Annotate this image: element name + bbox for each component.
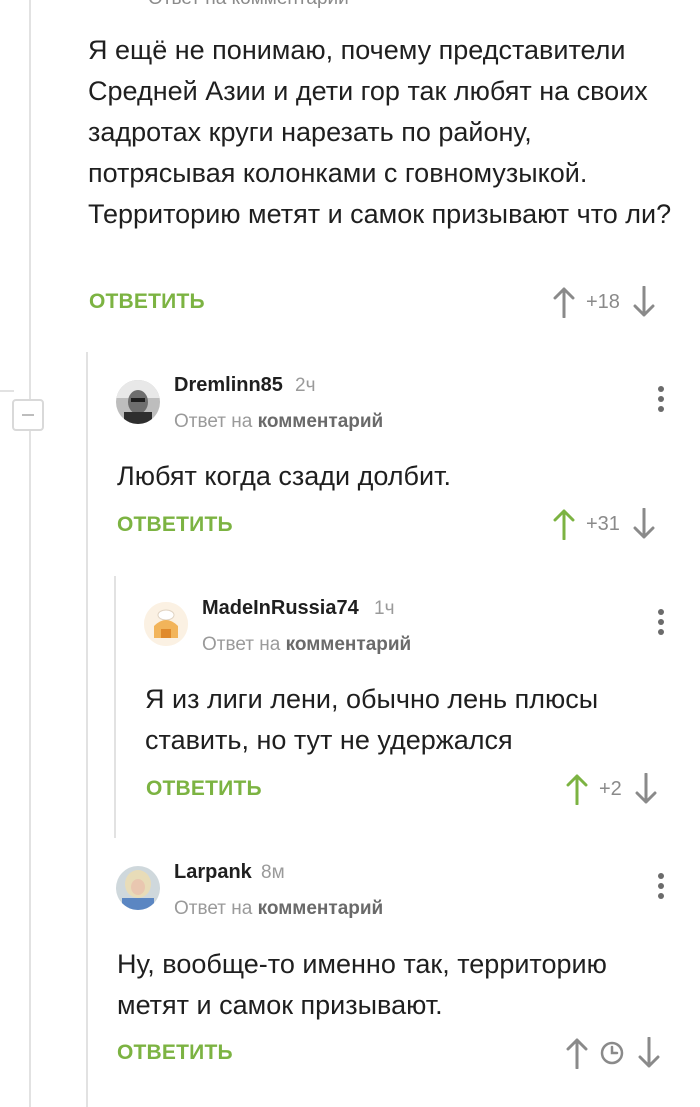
downvote-icon[interactable] (634, 773, 658, 805)
more-options-icon[interactable] (656, 609, 666, 639)
vote-controls: +31 (552, 506, 656, 542)
thread-line-level-1 (86, 352, 88, 1107)
comment-age: 2ч (295, 375, 316, 396)
vote-controls (565, 1035, 661, 1071)
upvote-icon[interactable] (552, 286, 576, 318)
author-name[interactable]: Dremlinn85 (174, 374, 283, 397)
reply-to-link[interactable]: Ответ на комментарий (148, 0, 349, 10)
reply-button[interactable]: ОТВЕТИТЬ (89, 290, 205, 314)
vote-controls: +18 (552, 284, 656, 320)
downvote-icon[interactable] (637, 1037, 661, 1069)
reply-to-target[interactable]: комментарий (258, 898, 384, 919)
reply-to-target[interactable]: комментарий (258, 411, 384, 432)
vote-controls: +2 (565, 771, 658, 807)
comment-text: Я из лиги лени, обычно лень плюсы ставит… (145, 684, 599, 755)
author-name[interactable]: Larpank (174, 861, 252, 884)
avatar[interactable] (116, 866, 160, 910)
comment-text: Я ещё не понимаю, почему представители С… (88, 35, 672, 229)
comment-score: +18 (586, 290, 620, 313)
reply-button[interactable]: ОТВЕТИТЬ (117, 513, 233, 537)
thread-line-root (29, 0, 31, 1107)
downvote-icon[interactable] (632, 508, 656, 540)
reply-button[interactable]: ОТВЕТИТЬ (117, 1041, 233, 1065)
thread-connector (0, 390, 14, 392)
reply-to-prefix: Ответ на (174, 411, 253, 432)
upvote-icon[interactable] (565, 773, 589, 805)
author-name[interactable]: MadeInRussia74 (202, 597, 359, 620)
comment-text: Любят когда сзади долбит. (117, 461, 451, 491)
collapse-thread-button[interactable] (12, 399, 44, 431)
comment-score: +31 (586, 512, 620, 535)
reply-to-target[interactable]: комментарий (286, 634, 412, 655)
reply-to-link[interactable]: Ответ на комментарий (202, 634, 411, 656)
more-options-icon[interactable] (656, 873, 666, 903)
more-options-icon[interactable] (656, 386, 666, 416)
avatar[interactable] (144, 602, 188, 646)
reply-to-prefix: Ответ на (202, 634, 281, 655)
avatar[interactable] (116, 380, 160, 424)
reply-to-prefix: Ответ на (174, 898, 253, 919)
thread-line-level-2 (114, 576, 116, 838)
comment-age: 1ч (374, 598, 395, 619)
comment-age: 8м (261, 862, 285, 883)
comment-score: +2 (599, 777, 622, 800)
upvote-icon[interactable] (552, 508, 576, 540)
clock-icon (599, 1040, 625, 1066)
reply-to-link[interactable]: Ответ на комментарий (174, 898, 383, 920)
reply-button[interactable]: ОТВЕТИТЬ (146, 777, 262, 801)
downvote-icon[interactable] (632, 286, 656, 318)
reply-to-link[interactable]: Ответ на комментарий (174, 411, 383, 433)
comment-text: Ну, вообще-то именно так, территорию мет… (117, 949, 607, 1020)
upvote-icon[interactable] (565, 1037, 589, 1069)
